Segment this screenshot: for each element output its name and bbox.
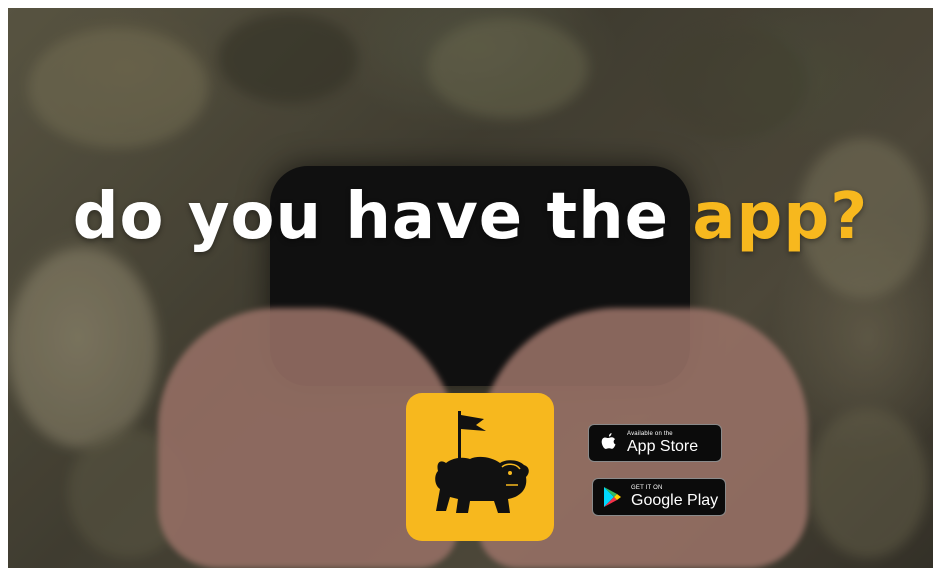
google-play-small-text: GET IT ON (631, 485, 663, 491)
app-icon[interactable] (406, 393, 554, 541)
apple-icon (597, 431, 619, 455)
headline-lead: do you have the (72, 180, 670, 254)
headline: do you have the app? (8, 180, 933, 254)
headline-accent: app? (692, 180, 869, 254)
app-store-badge[interactable]: Available on the App Store (588, 424, 722, 462)
play-triangle-icon (601, 485, 623, 509)
google-play-big-text: Google Play (631, 492, 719, 509)
promo-banner: do you have the app? Available on the Ap… (8, 8, 933, 568)
google-play-badge[interactable]: GET IT ON Google Play (592, 478, 726, 516)
app-store-small-text: Available on the (627, 431, 673, 437)
app-store-big-text: App Store (627, 438, 699, 455)
bulldog-with-flag-icon (435, 411, 529, 513)
